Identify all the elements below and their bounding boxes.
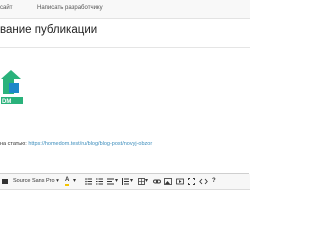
title-divider	[0, 47, 250, 48]
line-height-dropdown-icon[interactable]: ▾	[130, 177, 133, 186]
nav-link-site[interactable]: сайт	[0, 5, 12, 11]
eraser-icon[interactable]	[2, 177, 8, 186]
editor-toolbar: Source Sans Pro ▾ A ▾ ▾ ▾ ▾ ?	[0, 174, 250, 190]
unordered-list-icon[interactable]	[85, 177, 92, 186]
image-icon[interactable]	[164, 177, 172, 186]
fullscreen-icon[interactable]	[188, 177, 195, 186]
svg-text:DM: DM	[2, 99, 11, 105]
article-link-row: на статью: https://homedom.test/ru/blog/…	[0, 141, 152, 147]
chevron-down-icon: ▾	[56, 178, 59, 184]
link-icon[interactable]	[153, 177, 161, 186]
font-family-value: Source Sans Pro	[13, 178, 55, 184]
code-view-icon[interactable]	[199, 177, 208, 186]
line-height-icon[interactable]	[122, 177, 129, 186]
table-dropdown-icon[interactable]: ▾	[145, 177, 148, 186]
paragraph-dropdown-icon[interactable]: ▾	[115, 177, 118, 186]
article-link[interactable]: https://homedom.test/ru/blog/blog-post/n…	[28, 141, 152, 147]
table-icon[interactable]	[138, 177, 145, 186]
page-title: вание публикации	[0, 24, 98, 36]
top-navigation: сайт Написать разработчику	[0, 0, 250, 19]
font-family-select[interactable]: Source Sans Pro ▾	[13, 177, 59, 186]
article-link-label: на статью:	[0, 141, 27, 147]
font-color-button[interactable]: A	[65, 177, 70, 186]
publication-thumbnail[interactable]: DM	[0, 64, 34, 114]
ordered-list-icon[interactable]	[96, 177, 103, 186]
font-color-dropdown-icon[interactable]: ▾	[73, 177, 76, 186]
paragraph-align-icon[interactable]	[107, 177, 114, 186]
video-icon[interactable]	[176, 177, 184, 186]
help-icon[interactable]: ?	[212, 177, 216, 186]
nav-link-contact-developer[interactable]: Написать разработчику	[37, 5, 103, 11]
editor-content-area[interactable]	[0, 190, 250, 250]
